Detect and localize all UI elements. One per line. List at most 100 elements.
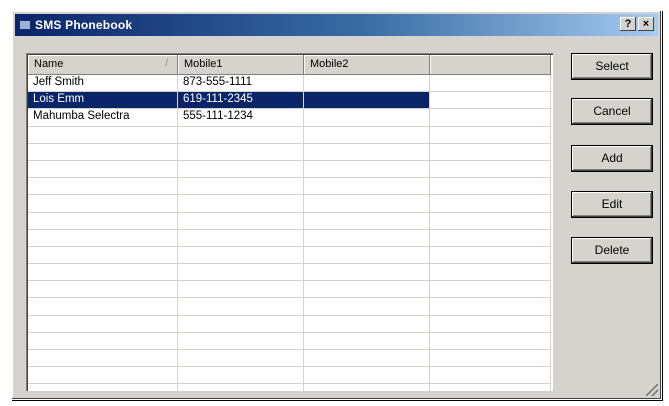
table-cell-mobile1: 555-111-1234	[178, 109, 304, 126]
table-row-empty	[28, 315, 551, 333]
list-rows: Jeff Smith 873-555-1111 Lois Emm 619-111-23…	[28, 75, 551, 391]
table-cell-empty	[430, 298, 551, 315]
table-cell-empty	[28, 298, 178, 315]
sms-phonebook-dialog: SMS Phonebook ? × Name / Mobile1 Mobile2…	[11, 10, 662, 400]
title-bar[interactable]: SMS Phonebook ? ×	[15, 14, 658, 36]
table-cell-empty	[304, 143, 430, 160]
table-cell-empty	[304, 212, 430, 229]
sort-indicator-icon: /	[165, 58, 168, 69]
table-cell-mobile1: 619-111-2345	[178, 92, 304, 109]
table-cell-empty	[430, 126, 551, 143]
table-row-empty	[28, 298, 551, 316]
table-cell-empty	[28, 229, 178, 246]
table-cell-empty	[304, 298, 430, 315]
column-header-label: Name	[34, 58, 64, 70]
table-row-empty	[28, 143, 551, 161]
table-cell-empty	[178, 264, 304, 281]
table-cell-empty	[430, 350, 551, 367]
table-cell-empty	[178, 229, 304, 246]
table-cell-empty	[430, 367, 551, 384]
table-cell-empty	[304, 315, 430, 332]
help-button[interactable]: ?	[620, 17, 636, 31]
close-button[interactable]: ×	[638, 17, 654, 31]
table-cell-name: Jeff Smith	[28, 75, 178, 92]
table-cell-empty	[430, 212, 551, 229]
table-cell-empty	[28, 246, 178, 264]
resize-grip-icon[interactable]	[646, 384, 658, 396]
window-title: SMS Phonebook	[35, 18, 133, 32]
table-cell-empty	[430, 92, 551, 109]
table-cell-name: Mahumba Selectra	[28, 109, 178, 126]
table-cell-empty	[178, 281, 304, 298]
table-row-empty	[28, 264, 551, 282]
table-cell-empty	[178, 178, 304, 195]
table-cell-empty	[178, 298, 304, 315]
column-header-mobile1[interactable]: Mobile1	[178, 55, 304, 75]
table-cell-mobile2	[304, 75, 430, 92]
table-cell-empty	[304, 195, 430, 212]
table-cell-empty	[430, 178, 551, 195]
table-row-empty	[28, 229, 551, 247]
table-cell-empty	[430, 195, 551, 212]
table-cell-empty	[178, 350, 304, 367]
column-header-label: Mobile1	[184, 58, 223, 70]
table-cell-empty	[28, 315, 178, 332]
table-row[interactable]: Lois Emm 619-111-2345	[28, 92, 551, 110]
column-header-mobile2[interactable]: Mobile2	[304, 55, 430, 75]
table-cell-empty	[178, 246, 304, 264]
table-row-empty	[28, 246, 551, 265]
table-cell-empty	[28, 264, 178, 281]
table-cell-empty	[28, 178, 178, 195]
list-header: Name / Mobile1 Mobile2	[28, 55, 551, 75]
table-cell-empty	[304, 350, 430, 367]
column-header-name[interactable]: Name /	[28, 55, 178, 75]
table-cell-empty	[178, 212, 304, 229]
table-cell-empty	[28, 367, 178, 384]
table-cell-empty	[178, 384, 304, 391]
table-cell-empty	[430, 109, 551, 126]
table-cell-empty	[430, 264, 551, 281]
table-cell-empty	[28, 384, 178, 391]
table-cell-empty	[304, 264, 430, 281]
table-cell-empty	[430, 160, 551, 178]
delete-button[interactable]: Delete	[571, 237, 653, 264]
phonebook-list[interactable]: Name / Mobile1 Mobile2 Jeff Smith 873-555…	[26, 53, 553, 391]
table-row-empty	[28, 367, 551, 385]
table-cell-empty	[304, 246, 430, 264]
table-cell-empty	[28, 126, 178, 143]
table-cell-empty	[430, 143, 551, 160]
table-row-empty	[28, 212, 551, 230]
table-cell-empty	[304, 332, 430, 349]
table-cell-empty	[178, 126, 304, 143]
table-cell-empty	[430, 229, 551, 246]
table-cell-empty	[178, 143, 304, 160]
table-cell-empty	[28, 160, 178, 178]
table-cell-empty	[178, 367, 304, 384]
table-row[interactable]: Jeff Smith 873-555-1111	[28, 75, 551, 93]
table-cell-empty	[430, 281, 551, 298]
column-header-empty[interactable]	[430, 55, 551, 75]
table-row-empty	[28, 195, 551, 213]
table-cell-mobile2	[304, 92, 430, 109]
cancel-button[interactable]: Cancel	[571, 98, 653, 125]
table-cell-name: Lois Emm	[28, 92, 178, 109]
table-row[interactable]: Mahumba Selectra 555-111-1234	[28, 109, 551, 127]
select-button[interactable]: Select	[571, 53, 653, 80]
table-cell-empty	[178, 315, 304, 332]
add-button[interactable]: Add	[571, 145, 653, 172]
table-cell-empty	[304, 160, 430, 178]
table-cell-empty	[28, 143, 178, 160]
table-row-empty	[28, 126, 551, 144]
table-row-empty	[28, 178, 551, 196]
table-cell-empty	[28, 350, 178, 367]
table-cell-empty	[178, 332, 304, 349]
edit-button[interactable]: Edit	[571, 191, 653, 218]
app-icon	[19, 20, 31, 30]
table-cell-mobile2	[304, 109, 430, 126]
table-cell-empty	[28, 281, 178, 298]
table-cell-empty	[304, 367, 430, 384]
table-cell-mobile1: 873-555-1111	[178, 75, 304, 92]
table-row-empty	[28, 350, 551, 368]
table-cell-empty	[178, 160, 304, 178]
table-cell-empty	[178, 195, 304, 212]
